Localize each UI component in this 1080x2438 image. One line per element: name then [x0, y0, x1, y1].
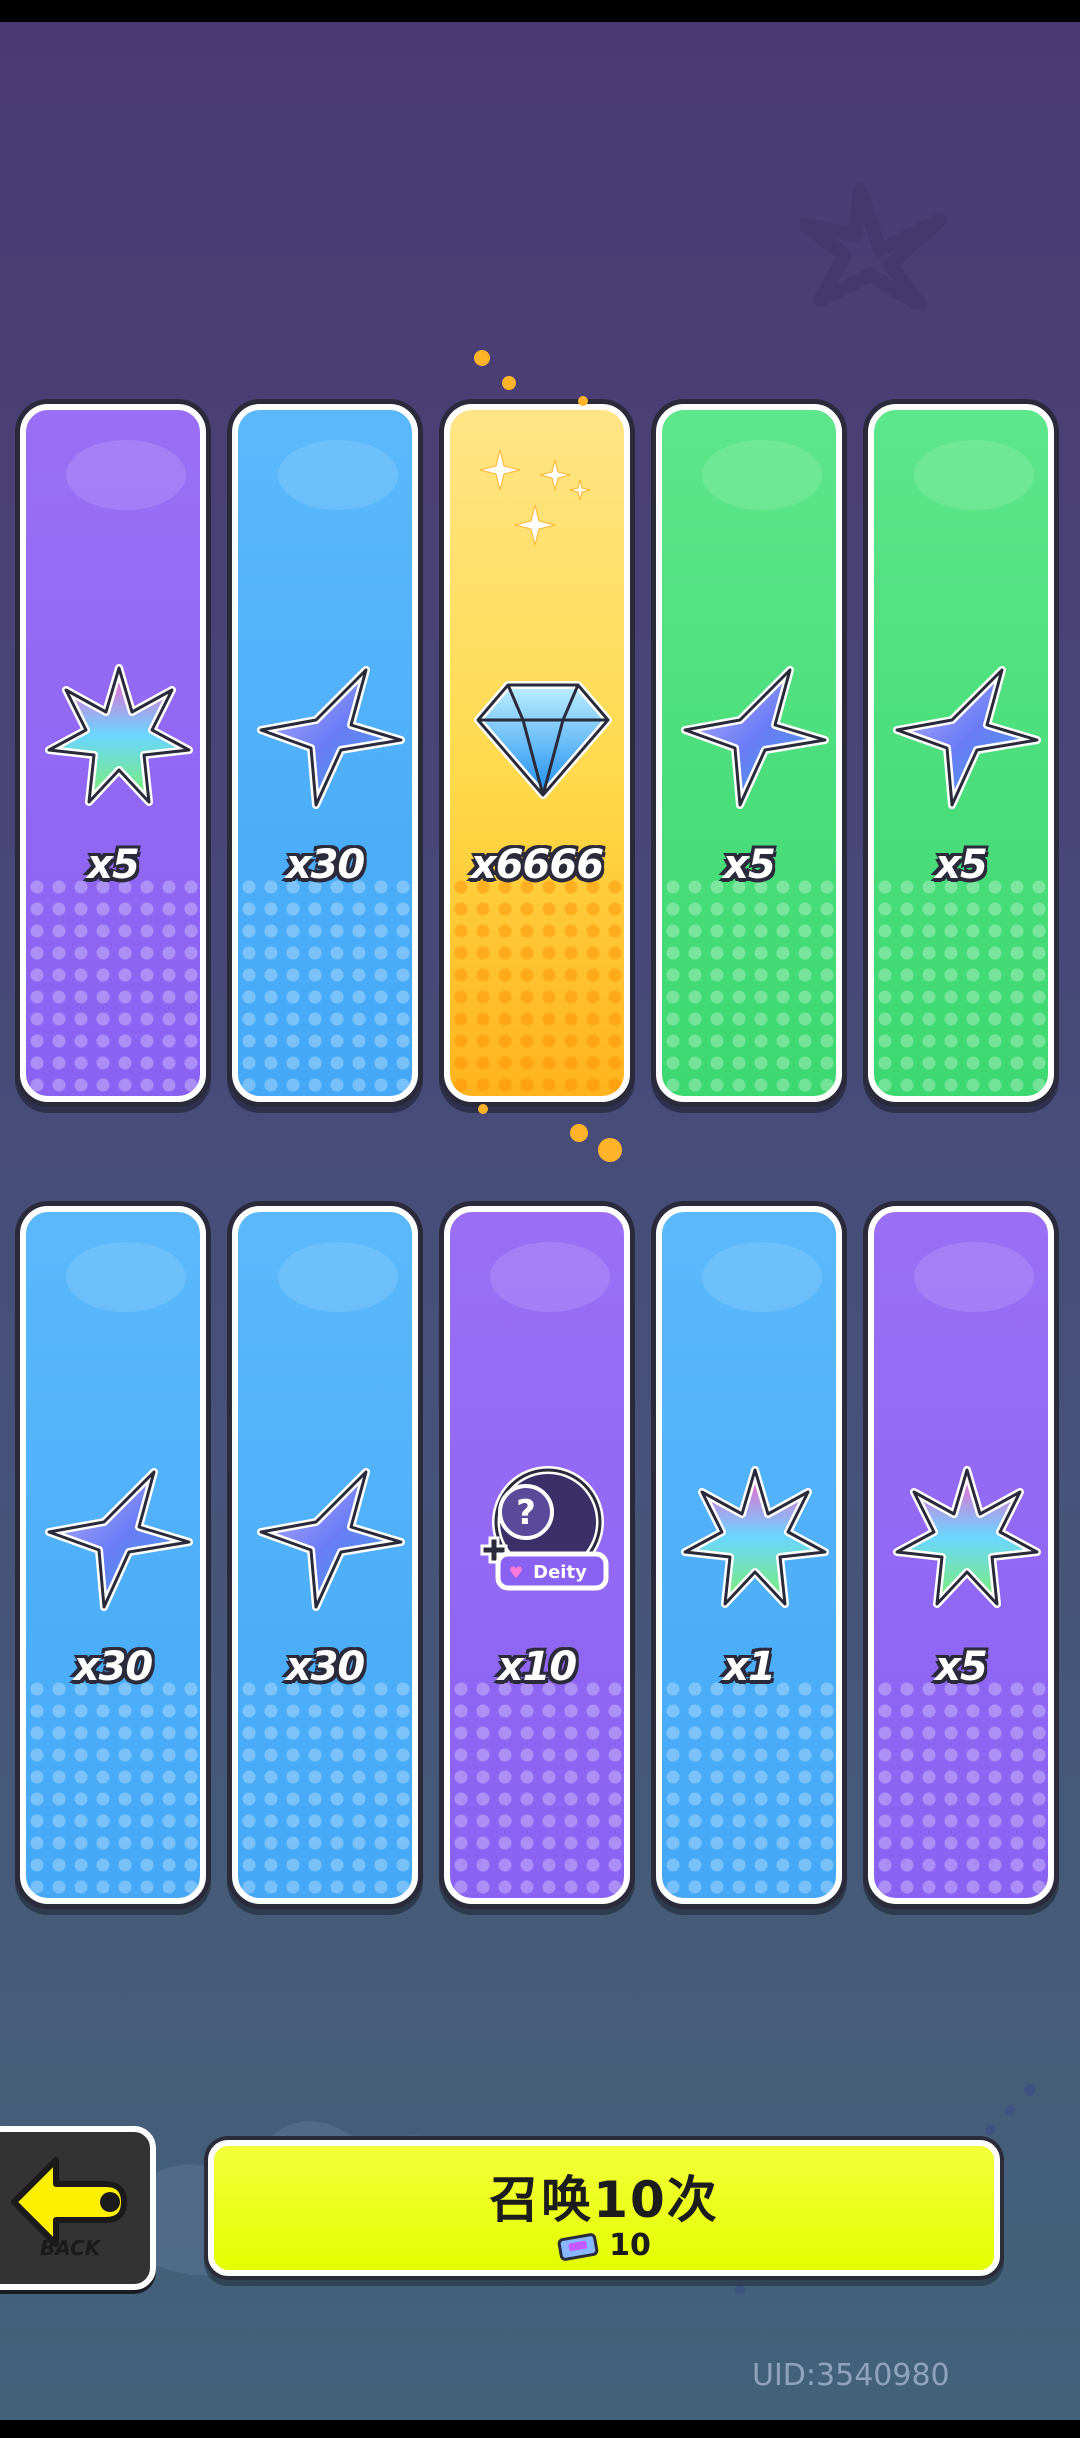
reward-card-5[interactable]: x5 — [868, 404, 1054, 1102]
rainbow-crystal-icon — [681, 1466, 829, 1608]
card-splat — [914, 440, 1034, 510]
background-star-doodle — [800, 183, 947, 310]
sparkle-particle — [598, 1138, 622, 1162]
reward-quantity: x30 — [285, 1644, 365, 1690]
reward-quantity: x30 — [285, 842, 365, 888]
reward-quantity: x5 — [723, 842, 776, 888]
reward-card-1[interactable]: x5 — [20, 404, 206, 1102]
reward-quantity: x1 — [723, 1644, 776, 1690]
reward-quantity: x10 — [497, 1644, 577, 1690]
sparkle-particle — [578, 396, 588, 406]
card-splat — [702, 440, 822, 510]
card-dots — [874, 876, 1048, 1096]
rainbow-crystal-icon — [893, 1466, 1041, 1608]
status-bar — [0, 0, 1080, 22]
back-label: BACK — [40, 2236, 101, 2260]
reward-quantity: x5 — [87, 842, 140, 888]
back-button[interactable]: BACK — [0, 2126, 156, 2290]
reward-quantity: x30 — [73, 1644, 153, 1690]
card-splat — [490, 1242, 610, 1312]
sparkle-particle — [502, 376, 516, 390]
card-dots — [238, 876, 412, 1096]
card-dots — [874, 1678, 1048, 1898]
diamond-gem-icon — [474, 681, 612, 799]
sparkle-particle — [570, 1124, 588, 1142]
card-dots — [662, 876, 836, 1096]
reward-card-9[interactable]: x1 — [656, 1206, 842, 1904]
sparkle-particle — [474, 350, 490, 366]
user-id-label: UID:3540980 — [752, 2358, 950, 2393]
card-dots — [26, 876, 200, 1096]
summon-cost-value: 10 — [609, 2228, 651, 2263]
summon-cost: 10 — [214, 2228, 994, 2263]
card-splat — [914, 1242, 1034, 1312]
reward-quantity: x5 — [935, 1644, 988, 1690]
card-splat — [66, 440, 186, 510]
rainbow-crystal-icon — [45, 664, 193, 806]
reward-card-7[interactable]: x30 — [232, 1206, 418, 1904]
card-splat — [66, 1242, 186, 1312]
card-dots — [450, 1678, 624, 1898]
ticket-icon — [557, 2232, 599, 2261]
card-dots — [450, 876, 624, 1096]
card-dots — [26, 1678, 200, 1898]
blue-star-crystal-icon — [893, 666, 1041, 809]
blue-star-crystal-icon — [681, 666, 829, 809]
blue-star-crystal-icon — [257, 1468, 405, 1611]
reward-card-4[interactable]: x5 — [656, 404, 842, 1102]
reward-card-10[interactable]: x5 — [868, 1206, 1054, 1904]
summon-10-button[interactable]: 召唤10次 10 — [208, 2140, 1000, 2276]
blue-star-crystal-icon — [45, 1468, 193, 1611]
sparkle-icon — [479, 449, 591, 546]
reward-quantity: x5 — [935, 842, 988, 888]
deity-badge-text: Deity — [533, 1562, 587, 1583]
reward-card-3[interactable]: x6666 — [444, 404, 630, 1102]
reward-quantity: x6666 — [470, 842, 604, 888]
navigation-bar — [0, 2420, 1080, 2438]
reward-card-6[interactable]: x30 — [20, 1206, 206, 1904]
reward-card-8[interactable]: ? Deity ♥ x10 — [444, 1206, 630, 1904]
card-splat — [702, 1242, 822, 1312]
sparkle-particle — [478, 1104, 488, 1114]
card-dots — [662, 1678, 836, 1898]
card-dots — [238, 1678, 412, 1898]
card-splat — [278, 440, 398, 510]
card-splat — [278, 1242, 398, 1312]
blue-star-crystal-icon — [257, 666, 405, 809]
svg-text:?: ? — [516, 1493, 536, 1533]
svg-text:♥: ♥ — [509, 1563, 523, 1582]
summon-title: 召唤10次 — [489, 2171, 719, 2229]
reward-card-2[interactable]: x30 — [232, 404, 418, 1102]
mystery-deity-badge-icon: ? Deity ♥ — [480, 1466, 609, 1591]
